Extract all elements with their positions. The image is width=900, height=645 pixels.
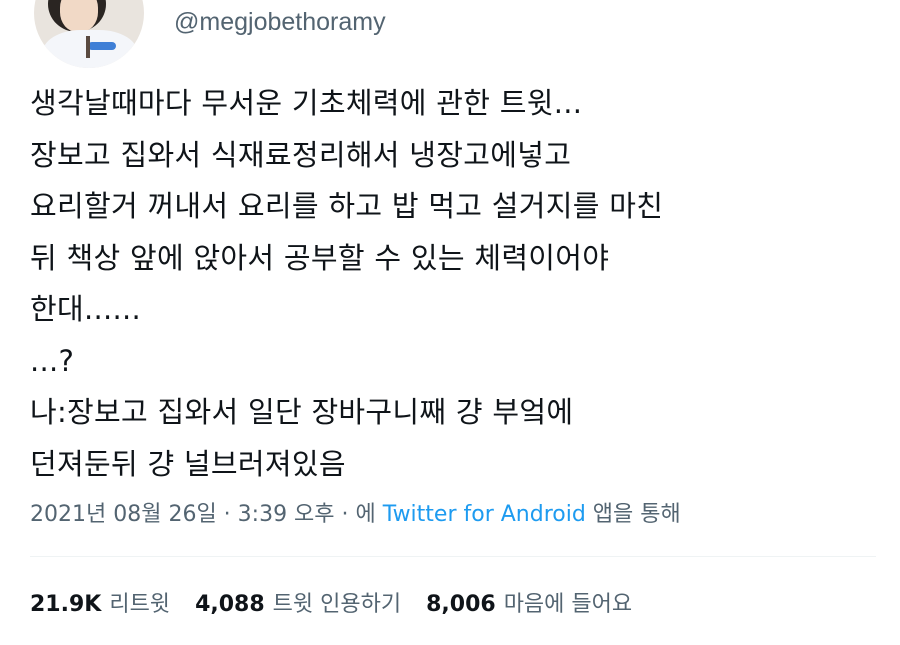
tweet-datetime[interactable]: 2021년 08월 26일 · 3:39 오후 · 에 [30, 502, 383, 527]
tweet-line: 나:장보고 집와서 일단 장바구니째 걍 부엌에 [30, 395, 574, 429]
likes-count: 8,006 [426, 592, 496, 617]
quotes-stat[interactable]: 4,088 트윗 인용하기 [195, 587, 401, 623]
avatar[interactable] [34, 0, 144, 68]
user-handle[interactable]: @megjobethoramy [174, 6, 386, 38]
tweet-line: 한대...... [30, 292, 142, 326]
tweet-line: 장보고 집와서 식재료정리해서 냉장고에넣고 [30, 137, 572, 172]
tweet-line: 던져둔뒤 걍 널브러져있음 [30, 446, 346, 481]
likes-stat[interactable]: 8,006 마음에 들어요 [426, 587, 632, 623]
retweets-count: 21.9K [30, 592, 102, 617]
retweets-stat[interactable]: 21.9K 리트윗 [30, 587, 170, 623]
avatar-necklace [86, 36, 90, 58]
tweet-stats: 21.9K 리트윗 4,088 트윗 인용하기 8,006 마음에 들어요 [30, 587, 650, 623]
tweet-line: 요리할거 꺼내서 요리를 하고 밥 먹고 설거지를 마친 [30, 189, 664, 223]
tweet-line: 뒤 책상 앞에 앉아서 공부할 수 있는 체력이어야 [30, 240, 610, 275]
tweet-text: 생각날때마다 무서운 기초체력에 관한 트윗... 장보고 집와서 식재료정리해… [30, 78, 880, 490]
likes-label: 마음에 들어요 [503, 592, 633, 617]
avatar-shirt-print [88, 42, 116, 50]
tweet-meta: 2021년 08월 26일 · 3:39 오후 · 에 Twitter for … [30, 497, 681, 533]
quotes-label: 트윗 인용하기 [272, 592, 402, 617]
tweet-line: ...? [30, 343, 75, 378]
divider [30, 556, 876, 557]
tweet-source-suffix: 앱을 통해 [585, 502, 681, 527]
tweet-source-link[interactable]: Twitter for Android [383, 502, 586, 527]
retweets-label: 리트윗 [109, 592, 171, 617]
tweet-line: 생각날때마다 무서운 기초체력에 관한 트윗... [30, 86, 583, 120]
quotes-count: 4,088 [195, 592, 265, 617]
